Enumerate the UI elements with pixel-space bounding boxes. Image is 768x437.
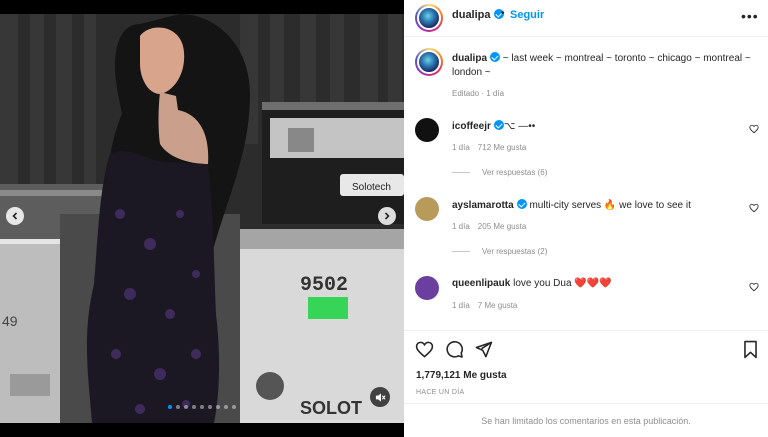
post-time-ago[interactable]: HACE UN DÍA <box>416 389 464 396</box>
speaker-muted-icon <box>375 392 386 402</box>
like-comment-icon[interactable] <box>749 203 759 213</box>
comments-limited-notice: Se han limitado los comentarios en esta … <box>404 403 768 437</box>
comment-username[interactable]: ayslamarotta <box>452 200 514 211</box>
comment-age: 1 día <box>452 301 470 310</box>
carousel-next-button[interactable] <box>378 207 396 225</box>
case-brand-label: Solotech <box>352 182 391 193</box>
comment-avatar[interactable] <box>415 118 439 142</box>
case-number: 9502 <box>300 274 348 297</box>
author-avatar[interactable] <box>415 4 443 32</box>
side-case-label: 49 <box>2 313 18 329</box>
like-comment-icon[interactable] <box>749 282 759 292</box>
carousel-dot <box>176 405 180 409</box>
carousel-dot <box>192 405 196 409</box>
carousel-dot <box>232 405 236 409</box>
follow-button[interactable]: Seguir <box>510 9 544 21</box>
comment-body: ⌥ —•• <box>503 121 536 132</box>
carousel-dot <box>184 405 188 409</box>
carousel-dot <box>208 405 212 409</box>
comment-text: icoffeejr ⌥ —•• <box>452 120 535 132</box>
chevron-right-icon <box>384 212 390 220</box>
save-bookmark-icon[interactable] <box>742 340 759 359</box>
carousel-dot <box>224 405 228 409</box>
view-replies-button[interactable]: Ver respuestas (2) <box>452 247 547 256</box>
comment-age: 1 día <box>452 143 470 152</box>
verified-badge-icon <box>516 199 527 209</box>
like-comment-icon[interactable] <box>749 124 759 134</box>
comment-meta: 1 día 712 Me gusta <box>452 143 534 152</box>
comment-avatar[interactable] <box>415 276 439 300</box>
comment-username[interactable]: queenlipauk <box>452 278 510 289</box>
comment-bubble-icon[interactable] <box>445 340 464 359</box>
comment-body: multi-city serves 🔥 we love to see it <box>526 200 691 211</box>
caption-meta: Editado · 1 día <box>452 89 505 98</box>
photo-illustration: 49 Solotech 9502 SOLOT <box>0 14 404 423</box>
comment-username[interactable]: icoffeejr <box>452 121 491 132</box>
carousel-dot <box>216 405 220 409</box>
author-username[interactable]: dualipa <box>452 9 504 21</box>
comment-meta: 1 día 7 Me gusta <box>452 301 525 310</box>
comment-likes[interactable]: 712 Me gusta <box>478 143 526 152</box>
comment-likes[interactable]: 7 Me gusta <box>478 301 518 310</box>
likes-count[interactable]: 1,779,121 Me gusta <box>416 370 507 381</box>
comment-likes[interactable]: 205 Me gusta <box>478 222 526 231</box>
header-separator: • <box>501 8 505 19</box>
comment-body: love you Dua ❤️❤️❤️ <box>510 278 612 289</box>
chevron-left-icon <box>12 212 18 220</box>
comment-age: 1 día <box>452 222 470 231</box>
post-media: 49 Solotech 9502 SOLOT <box>0 0 404 437</box>
carousel-prev-button[interactable] <box>6 207 24 225</box>
post-photo[interactable]: 49 Solotech 9502 SOLOT <box>0 14 404 423</box>
mute-button[interactable] <box>370 387 390 407</box>
carousel-dot <box>200 405 204 409</box>
caption-username[interactable]: dualipa <box>452 53 487 64</box>
post-actions: 1,779,121 Me gusta HACE UN DÍA Se han li… <box>404 330 768 437</box>
comment-text: ayslamarotta multi-city serves 🔥 we love… <box>452 199 691 211</box>
comment-text: queenlipauk love you Dua ❤️❤️❤️ <box>452 278 612 289</box>
post-side-panel: dualipa • Seguir ••• dualipa ~ last week… <box>404 0 768 437</box>
carousel-indicator <box>0 405 404 409</box>
view-replies-button[interactable]: Ver respuestas (6) <box>452 168 547 177</box>
comment-avatar[interactable] <box>415 197 439 221</box>
caption-text: dualipa ~ last week ~ montreal ~ toronto… <box>452 52 752 80</box>
carousel-dot <box>168 405 172 409</box>
share-send-icon[interactable] <box>474 340 493 359</box>
comment-meta: 1 día 205 Me gusta <box>452 222 534 231</box>
like-heart-icon[interactable] <box>415 340 434 359</box>
verified-badge-icon <box>490 52 501 62</box>
caption-author-avatar[interactable] <box>415 48 443 76</box>
verified-badge-icon <box>493 120 504 130</box>
more-options-button[interactable]: ••• <box>741 9 759 23</box>
post-header: dualipa • Seguir ••• <box>404 0 768 37</box>
